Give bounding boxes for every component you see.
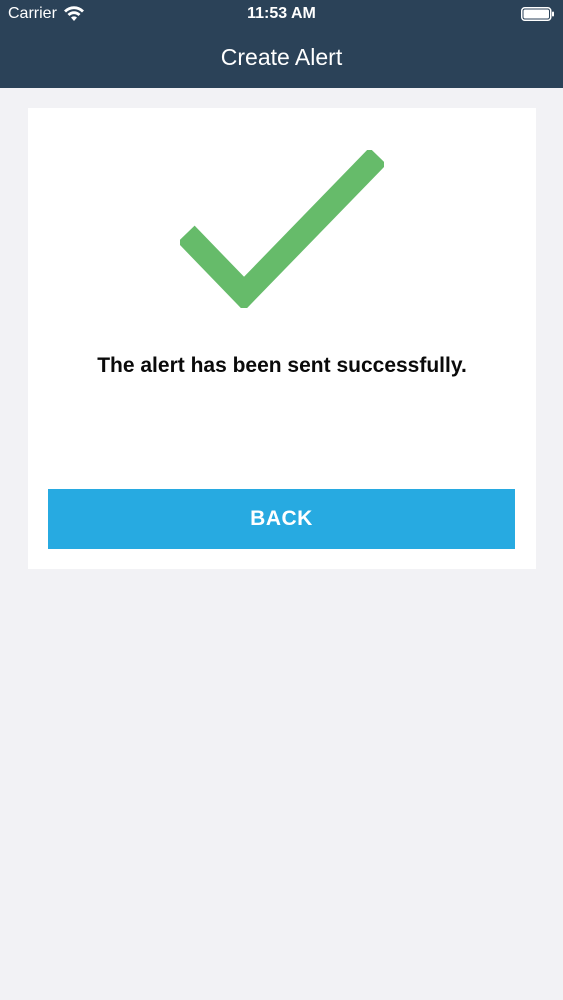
success-card: The alert has been sent successfully. BA… [28,108,536,569]
page-title: Create Alert [220,44,343,70]
status-time: 11:53 AM [247,5,316,22]
battery-icon [521,7,555,21]
status-bar: Carrier 11:53 AM [0,0,563,30]
checkmark-icon [177,147,387,312]
navigation-header: Carrier 11:53 AM Create Alert [0,0,563,88]
success-message: The alert has been sent successfully. [97,354,467,377]
back-button[interactable]: BACK [48,489,515,549]
